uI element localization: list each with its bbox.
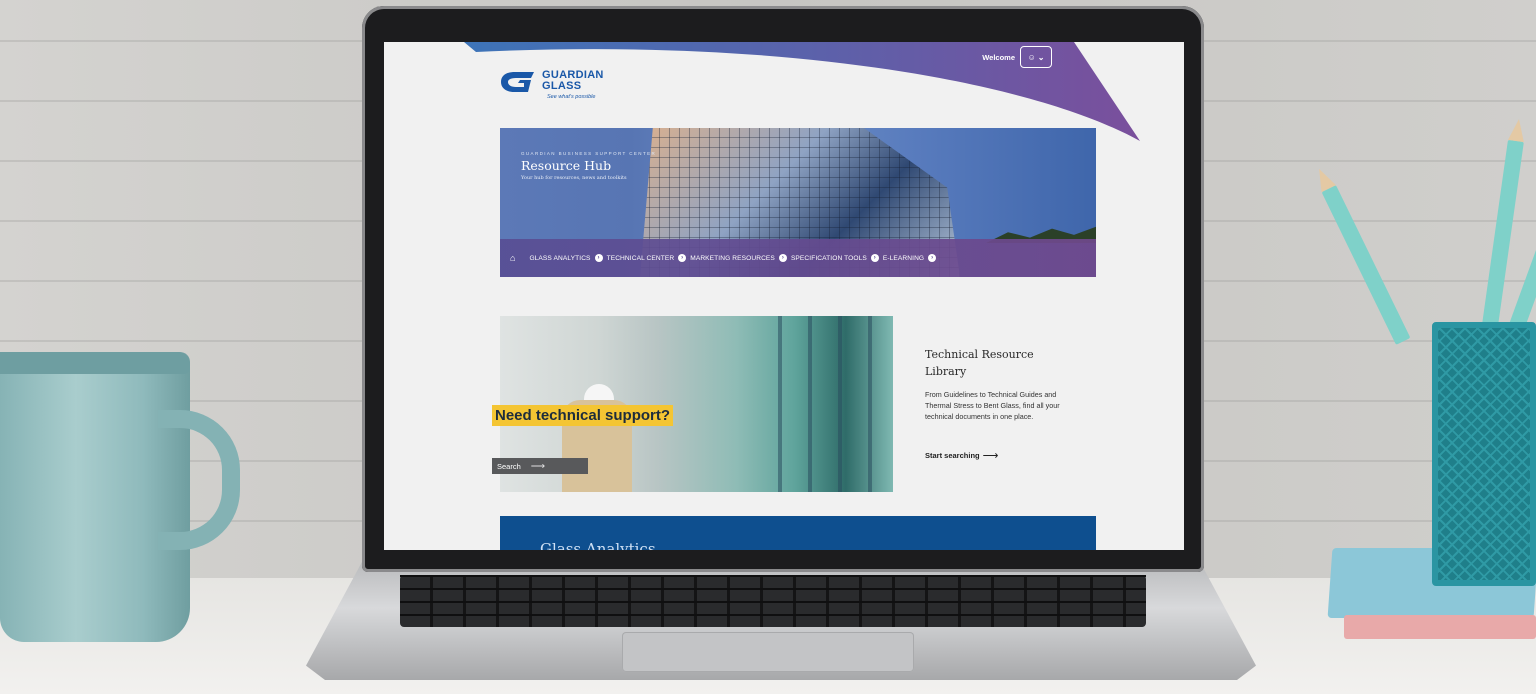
start-searching-link[interactable]: Start searching ⟶ — [925, 449, 998, 462]
welcome-label: Welcome — [982, 52, 1015, 62]
chevron-right-icon: › — [678, 254, 687, 262]
user-menu-button[interactable]: ☺ ⌄ — [1020, 46, 1052, 68]
library-description: From Guidelines to Technical Guides and … — [925, 390, 1060, 421]
chevron-right-icon: › — [928, 254, 937, 262]
laptop-trackpad — [622, 632, 914, 672]
support-heading: Need technical support? — [492, 405, 674, 426]
glass-analytics-section: Glass Analytics — [500, 516, 1096, 550]
arrow-right-icon: ⟶ — [530, 460, 546, 472]
pen-cup — [1432, 322, 1536, 586]
nav-item-label: SPECIFICATION TOOLS — [790, 254, 867, 262]
user-icon: ☺ — [1027, 52, 1036, 62]
analytics-title: Glass Analytics — [540, 540, 656, 550]
nav-item-specification-tools[interactable]: SPECIFICATION TOOLS › — [791, 254, 879, 262]
coffee-mug-rim — [0, 352, 190, 374]
support-search-label: Search — [497, 461, 521, 471]
logo-name-line2: GLASS — [542, 80, 582, 92]
laptop-keyboard — [400, 575, 1146, 627]
welcome-area: Welcome ☺ ⌄ — [982, 46, 1052, 68]
nav-item-label: E-LEARNING — [882, 254, 925, 262]
logo-tagline: See what's possible — [547, 94, 596, 100]
nav-item-label: TECHNICAL CENTER — [606, 254, 675, 262]
start-searching-label: Start searching — [925, 451, 980, 460]
support-search-button[interactable]: Search ⟶ — [492, 458, 588, 474]
hero-eyebrow: GUARDIAN BUSINESS SUPPORT CENTER — [521, 151, 657, 156]
chevron-right-icon: › — [594, 254, 603, 262]
glass-rack — [752, 316, 893, 492]
arrow-right-icon: ⟶ — [982, 450, 999, 462]
laptop-screen: Welcome ☺ ⌄ GUARDIAN GLASS See what's po… — [384, 42, 1184, 550]
hero-title: Resource Hub — [521, 158, 612, 173]
book-pink — [1344, 615, 1536, 639]
chevron-right-icon: › — [778, 254, 787, 262]
nav-item-label: GLASS ANALYTICS — [529, 254, 591, 262]
nav-item-glass-analytics[interactable]: GLASS ANALYTICS › — [529, 254, 603, 262]
resource-hub-banner: GUARDIAN BUSINESS SUPPORT CENTER Resourc… — [500, 128, 1096, 277]
hero-subtitle: Your hub for resources, news and toolkit… — [521, 175, 627, 181]
nav-item-label: MARKETING RESOURCES — [690, 254, 775, 262]
nav-item-marketing-resources[interactable]: MARKETING RESOURCES › — [690, 254, 787, 262]
guardian-glass-logo[interactable]: GUARDIAN GLASS See what's possible — [498, 70, 604, 101]
home-icon[interactable]: ⌂ — [510, 253, 515, 263]
chevron-right-icon: › — [870, 254, 879, 262]
nav-item-e-learning[interactable]: E-LEARNING › — [882, 254, 937, 262]
main-navigation: ⌂ GLASS ANALYTICS › TECHNICAL CENTER › M… — [500, 239, 1096, 277]
library-title: Technical Resource Library — [925, 348, 1034, 379]
chevron-down-icon: ⌄ — [1037, 52, 1045, 62]
nav-item-technical-center[interactable]: TECHNICAL CENTER › — [607, 254, 687, 262]
logo-g-icon — [501, 72, 534, 92]
